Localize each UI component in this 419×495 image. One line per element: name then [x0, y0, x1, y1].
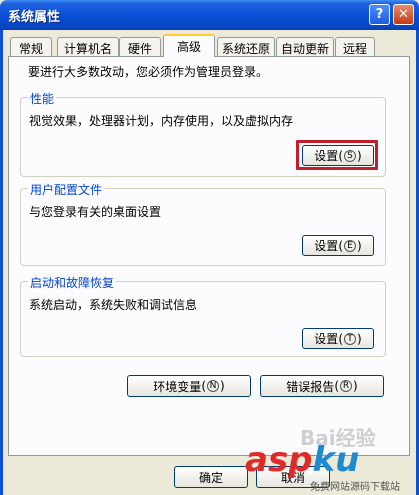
tab-general[interactable]: 常规 [10, 37, 52, 56]
startup-recovery-accel-key: T [344, 332, 356, 345]
error-reporting-label: 错误报告 [286, 379, 335, 394]
watermark-ku: ku [312, 440, 360, 480]
tab-remote[interactable]: 远程 [335, 37, 375, 56]
accel-paren-open: ( [201, 379, 206, 393]
accel-paren-open: ( [338, 331, 343, 346]
admin-note: 要进行大多数改动，您必须作为管理员登录。 [28, 65, 269, 79]
tab-system-restore[interactable]: 系统还原 [217, 37, 275, 56]
environment-variables-button[interactable]: 环境变量 (N) [127, 375, 251, 397]
performance-settings-button[interactable]: 设置 (S) [302, 145, 374, 166]
close-icon: ✕ [398, 7, 409, 22]
help-icon: ? [375, 7, 384, 22]
accel-paren-open: ( [338, 148, 343, 163]
close-button[interactable]: ✕ [393, 4, 414, 25]
title-bar: 系统属性 ? ✕ [0, 0, 419, 30]
accel-paren-close: ) [357, 148, 362, 163]
performance-description: 视觉效果，处理器计划，内存使用，以及虚拟内存 [29, 114, 294, 128]
startup-recovery-group-title: 启动和故障恢复 [28, 274, 117, 291]
tab-automatic-updates[interactable]: 自动更新 [276, 37, 334, 56]
error-reporting-accel-key: R [340, 380, 352, 392]
performance-settings-label: 设置 [314, 149, 339, 163]
accel-paren-close: ) [357, 238, 362, 253]
user-profiles-settings-button[interactable]: 设置 (E) [302, 235, 374, 256]
startup-recovery-settings-label: 设置 [314, 332, 339, 346]
window-frame-left [0, 30, 3, 495]
environment-variables-accel-key: N [207, 380, 219, 392]
startup-recovery-description: 系统启动，系统失败和调试信息 [29, 298, 198, 312]
performance-accel-key: S [344, 149, 356, 162]
error-reporting-button[interactable]: 错误报告 (R) [260, 375, 384, 397]
watermark-subtitle: 免费网站源码下载站 [310, 482, 400, 493]
user-profiles-description: 与您登录有关的桌面设置 [29, 205, 162, 219]
accel-paren-close: ) [220, 379, 225, 393]
performance-group-title: 性能 [28, 90, 57, 107]
accel-paren-open: ( [338, 238, 343, 253]
startup-recovery-settings-button[interactable]: 设置 (T) [302, 328, 374, 349]
user-profiles-group-title: 用户配置文件 [28, 181, 105, 198]
tab-advanced[interactable]: 高级 [163, 34, 215, 57]
accel-paren-open: ( [334, 379, 339, 393]
window-title: 系统属性 [8, 10, 61, 25]
environment-variables-label: 环境变量 [153, 379, 202, 394]
help-button[interactable]: ? [369, 4, 390, 25]
ok-button[interactable]: 确定 [174, 466, 248, 488]
accel-paren-close: ) [357, 331, 362, 346]
tab-hardware[interactable]: 硬件 [119, 37, 161, 56]
site-watermark: aspku [245, 440, 359, 480]
user-profiles-accel-key: E [344, 239, 356, 252]
watermark-asp: asp [245, 440, 313, 480]
user-profiles-settings-label: 设置 [314, 239, 339, 253]
tab-computer-name[interactable]: 计算机名 [57, 37, 119, 56]
accel-paren-close: ) [353, 379, 358, 393]
